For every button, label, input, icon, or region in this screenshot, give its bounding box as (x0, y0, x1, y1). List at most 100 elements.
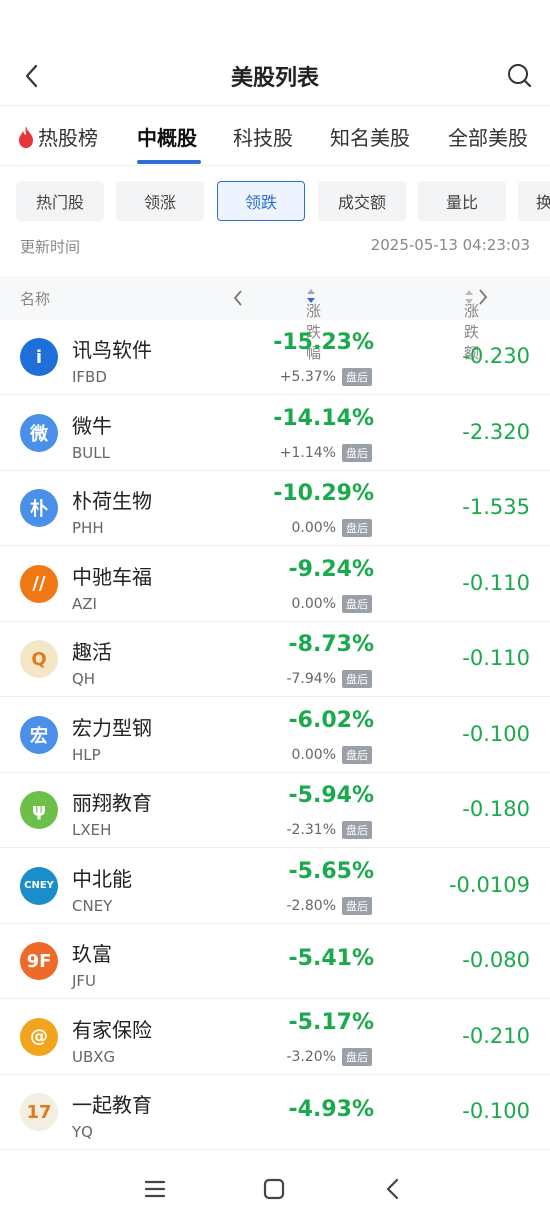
stock-row[interactable]: 9F 玖富 JFU -5.41% -0.080 (0, 924, 550, 999)
col-name: 名称 (20, 290, 51, 308)
change-amount: -0.110 (462, 570, 530, 595)
stock-name: 丽翔教育 (72, 791, 152, 815)
stock-name: 中北能 (72, 866, 132, 891)
col-change-amt[interactable]: 涨跌额 (464, 288, 488, 362)
after-hours: -7.94% 盘后 (286, 670, 372, 688)
after-hours-value: 0.00% (291, 746, 336, 763)
app-header: 美股列表 (0, 0, 550, 106)
after-hours-value: -7.94% (286, 671, 336, 687)
change-amount: -0.080 (462, 948, 530, 972)
after-hours: 0.00% 盘后 (291, 594, 372, 613)
stock-row[interactable]: // 中驰车福 AZI -9.24% 0.00% 盘后 -0.110 (0, 547, 550, 622)
system-nav-bar (0, 1150, 550, 1222)
stock-name: 朴荷生物 (72, 489, 152, 513)
after-hours-value: 0.00% (291, 595, 336, 612)
after-hours-badge: 盘后 (342, 821, 372, 839)
stock-name: 中驰车福 (72, 564, 152, 589)
active-tab-indicator (137, 160, 201, 164)
search-icon (508, 64, 532, 88)
change-amount: -0.180 (462, 797, 530, 821)
stock-name: 讯鸟软件 (72, 338, 152, 362)
after-hours-value: +1.14% (279, 444, 336, 461)
change-amount: -0.0109 (448, 872, 530, 897)
change-percent: -5.41% (288, 946, 374, 971)
after-hours-value: 0.00% (291, 520, 336, 536)
after-hours-value: -3.20% (286, 1048, 336, 1065)
change-percent: -5.94% (288, 783, 374, 808)
col-change-pct[interactable]: 涨跌幅 (306, 288, 321, 362)
change-amount: -2.320 (462, 419, 530, 444)
stock-logo: @ (20, 1017, 58, 1056)
category-tabs: 热股榜 中概股 科技股 知名美股 全部美股 (0, 106, 550, 166)
stock-code: AZI (72, 594, 97, 613)
stock-row[interactable]: 宏宏力型钢 HLP -6.02% 0.00% 盘后 -0.100 (0, 698, 550, 773)
stock-logo: 朴 (20, 489, 58, 527)
tab-tech[interactable]: 科技股 (233, 122, 293, 151)
after-hours-badge: 盘后 (342, 594, 372, 613)
tab-hot[interactable]: 热股榜 (16, 122, 98, 151)
stock-code: QH (72, 670, 96, 688)
change-amount: -0.110 (462, 646, 530, 670)
after-hours: -2.31% 盘后 (286, 821, 372, 839)
stock-name: 微牛 (72, 413, 112, 438)
change-percent: -5.17% (288, 1009, 374, 1035)
stock-logo: ψ (20, 791, 58, 829)
stock-row[interactable]: 微微牛 BULL -14.14% +1.14% 盘后 -2.320 (0, 396, 550, 471)
stock-code: YQ (72, 1123, 93, 1141)
stock-row[interactable]: 朴朴荷生物 PHH -10.29% 0.00% 盘后 -1.535 (0, 471, 550, 546)
search-button[interactable] (506, 62, 534, 90)
after-hours-badge: 盘后 (342, 896, 372, 915)
stock-row[interactable]: 17 一起教育 YQ -4.93% -0.100 (0, 1075, 550, 1150)
scroll-left-button[interactable] (232, 289, 244, 311)
chip-gainers[interactable]: 领涨 (116, 181, 204, 221)
change-amount: -0.210 (462, 1023, 530, 1048)
after-hours-badge: 盘后 (342, 443, 372, 462)
tab-famous[interactable]: 知名美股 (330, 122, 410, 151)
menu-button[interactable] (140, 1174, 170, 1204)
after-hours-badge: 盘后 (342, 1047, 372, 1066)
stock-row[interactable]: Q 趣活 QH -8.73% -7.94% 盘后 -0.110 (0, 622, 550, 697)
tab-all[interactable]: 全部美股 (448, 122, 528, 151)
update-time-row: 更新时间 2025-05-13 04:23:03 (20, 236, 530, 260)
after-hours: -2.80% 盘后 (286, 896, 372, 915)
stock-code: CNEY (72, 896, 113, 915)
stock-name: 有家保险 (72, 1017, 152, 1042)
change-percent: -6.02% (288, 707, 374, 733)
stock-code: JFU (72, 972, 97, 990)
change-amount: -0.100 (462, 1099, 530, 1123)
chip-turnover[interactable]: 换 (518, 181, 550, 221)
stock-name: 玖富 (72, 942, 112, 966)
stock-row[interactable]: ψ 丽翔教育 LXEH -5.94% -2.31% 盘后 -0.180 (0, 773, 550, 848)
stock-logo: 17 (20, 1093, 58, 1131)
after-hours-badge: 盘后 (342, 368, 372, 386)
after-hours: -3.20% 盘后 (286, 1047, 372, 1066)
chip-hot[interactable]: 热门股 (16, 181, 104, 221)
stock-logo: CNEY (20, 866, 58, 905)
update-label: 更新时间 (20, 238, 81, 256)
tab-china-concept[interactable]: 中概股 (137, 122, 197, 151)
change-amount: -0.230 (462, 344, 530, 368)
stock-row[interactable]: @ 有家保险 UBXG -5.17% -3.20% 盘后 -0.210 (0, 1000, 550, 1075)
stock-row[interactable]: i 讯鸟软件 IFBD -15.23% +5.37% 盘后 -0.230 (0, 320, 550, 395)
after-hours-value: +5.37% (279, 369, 336, 385)
stock-name: 一起教育 (72, 1093, 152, 1117)
after-hours-value: -2.80% (286, 897, 336, 914)
menu-icon (144, 1180, 166, 1198)
stock-row[interactable]: CNEY 中北能 CNEY -5.65% -2.80% 盘后 -0.0109 (0, 849, 550, 924)
update-time: 2025-05-13 04:23:03 (370, 236, 530, 254)
home-button[interactable] (259, 1174, 289, 1204)
change-amount: -1.535 (462, 495, 530, 519)
chip-losers[interactable]: 领跌 (217, 181, 305, 221)
stock-code: PHH (72, 519, 104, 537)
change-percent: -9.24% (288, 556, 374, 582)
chip-volume-ratio[interactable]: 量比 (418, 181, 506, 221)
after-hours: 0.00% 盘后 (292, 519, 372, 537)
chip-volume[interactable]: 成交额 (318, 181, 406, 221)
page-title: 美股列表 (230, 66, 319, 91)
stock-logo: i (20, 338, 58, 376)
after-hours: 0.00% 盘后 (291, 745, 372, 764)
system-back-button[interactable] (378, 1174, 408, 1204)
stock-logo: 宏 (20, 715, 58, 754)
stock-logo: // (20, 564, 58, 603)
after-hours-badge: 盘后 (342, 745, 372, 764)
